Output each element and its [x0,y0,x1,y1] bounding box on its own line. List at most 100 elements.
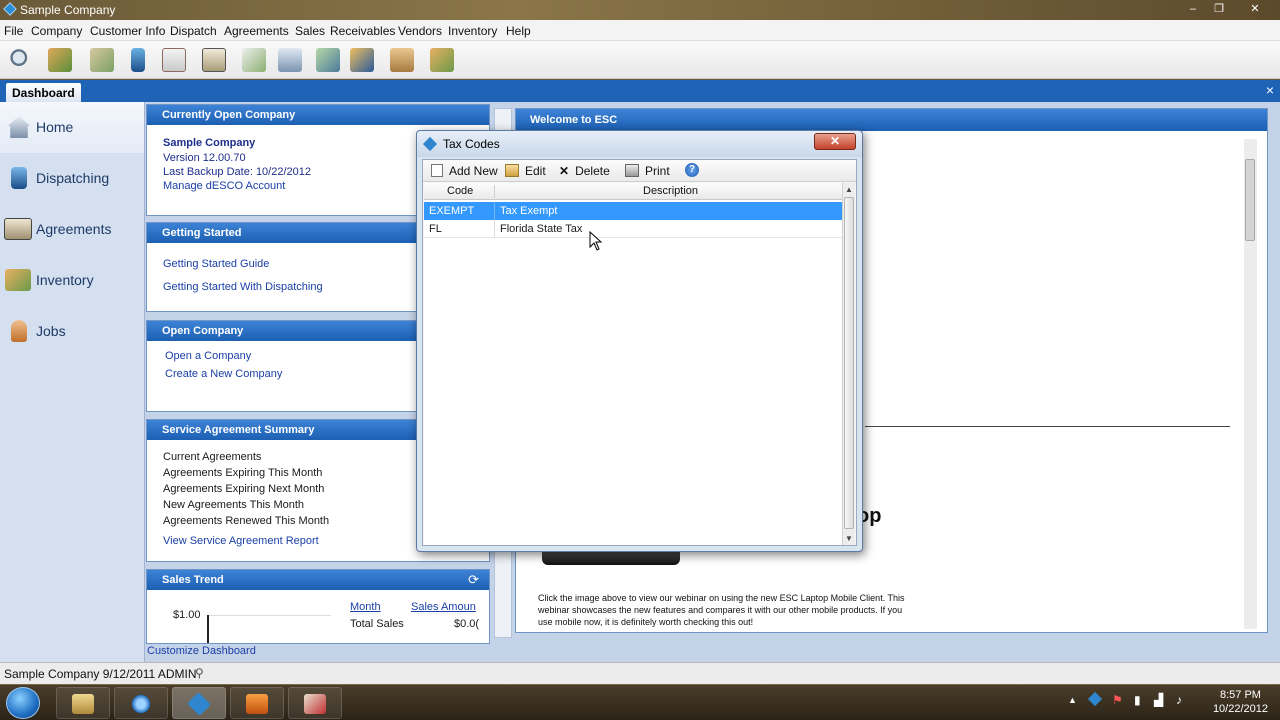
month-column-header[interactable]: Month [350,601,381,613]
calendar-icon[interactable] [158,44,190,76]
menu-file[interactable]: File [4,24,23,38]
menu-agreements[interactable]: Agreements [224,24,289,38]
menu-help[interactable]: Help [506,24,531,38]
battery-icon[interactable]: ▮ [1134,693,1141,707]
esc-tray-icon[interactable] [1087,691,1103,707]
panel-header: Welcome to ESC [516,109,1267,131]
manage-account-link[interactable]: Manage dESCO Account [163,180,285,192]
menu-sales[interactable]: Sales [295,24,325,38]
menu-inventory[interactable]: Inventory [448,24,497,38]
menu-dispatch[interactable]: Dispatch [170,24,217,38]
scroll-up-icon[interactable]: ▲ [845,185,853,194]
taskbar: ▲ ⚑ ▮ ▟ ♪ 8:57 PM 10/22/2012 [0,684,1280,720]
getting-started-guide-link[interactable]: Getting Started Guide [163,258,269,270]
menu-company[interactable]: Company [31,24,82,38]
explorer-icon[interactable] [56,687,110,719]
scroll-down-icon[interactable]: ▼ [845,534,853,543]
nav-item-dispatching[interactable]: Dispatching [0,153,144,204]
summary-row: Agreements Renewed This Month [163,515,330,527]
maximize-button[interactable]: ❐ [1208,1,1230,17]
dialog-close-button[interactable]: ✕ [814,133,856,150]
service-agreement-report-link[interactable]: View Service Agreement Report [163,535,319,547]
button-label: Delete [575,164,610,178]
menu-vendors[interactable]: Vendors [398,24,442,38]
code-cell: EXEMPT [429,205,475,217]
add-new-button[interactable]: Add New [431,164,498,178]
clock[interactable]: 8:57 PM 10/22/2012 [1213,688,1268,716]
grid-scrollbar[interactable]: ▲ ▼ [842,183,855,545]
help-icon[interactable]: ? [685,163,699,177]
menu-receivables[interactable]: Receivables [330,24,395,38]
customers-icon[interactable] [44,44,76,76]
tab-dashboard[interactable]: Dashboard [6,83,81,102]
shipping-icon[interactable] [386,44,418,76]
cell-divider [494,202,495,220]
description-column-header[interactable]: Description [643,185,698,197]
nav-item-jobs[interactable]: Jobs [0,306,144,357]
edit-button[interactable]: Edit [505,164,546,178]
sales-amount-column-header[interactable]: Sales Amoun [411,601,476,613]
nav-item-label: Agreements [36,221,112,237]
welcome-scrollbar[interactable] [1244,139,1257,629]
y-axis-tick: $1.00 [173,609,201,621]
status-text: Sample Company 9/12/2011 ADMIN [4,667,197,681]
agreements-icon[interactable] [198,44,230,76]
invoice-icon[interactable] [238,44,270,76]
inventory-icon[interactable] [426,44,458,76]
report-icon[interactable] [274,44,306,76]
company-version: Version 12.00.70 [163,152,246,164]
purchase-icon[interactable] [346,44,378,76]
close-tab-icon[interactable]: × [1266,82,1274,98]
cell-divider [494,220,495,238]
left-navigation: Home Dispatching Agreements Inventory Jo… [0,102,145,662]
code-column-header[interactable]: Code [447,185,473,197]
show-hidden-icons-icon[interactable]: ▲ [1068,695,1077,705]
panel-header: Sales Trend [147,570,489,590]
new-document-icon [431,164,443,177]
volume-icon[interactable]: ♪ [1176,693,1182,707]
column-divider[interactable] [494,185,495,198]
description-cell: Florida State Tax [500,223,583,235]
search-icon[interactable] [4,44,36,76]
summary-row: New Agreements This Month [163,499,305,511]
network-icon[interactable]: ▟ [1154,693,1163,707]
nav-item-agreements[interactable]: Agreements [0,204,144,255]
nav-item-label: Jobs [36,323,66,339]
table-row[interactable]: EXEMPT Tax Exempt [424,202,842,220]
start-button[interactable] [6,687,40,719]
customize-dashboard-link[interactable]: Customize Dashboard [147,645,256,657]
contacts-icon[interactable] [86,44,118,76]
button-label: Print [645,164,670,178]
dispatch-icon[interactable] [122,44,154,76]
media-player-icon[interactable] [230,687,284,719]
code-cell: FL [429,223,442,235]
minimize-button[interactable]: – [1182,1,1204,17]
getting-started-dispatching-link[interactable]: Getting Started With Dispatching [163,281,323,293]
esc-app-icon[interactable] [172,687,226,719]
chart-gridline [207,615,331,616]
table-row[interactable]: FL Florida State Tax [424,220,842,238]
scrollbar-thumb[interactable] [1245,159,1255,241]
total-sales-label: Total Sales [350,618,404,630]
delete-button[interactable]: ✕ Delete [559,164,610,178]
scrollbar-thumb[interactable] [844,197,854,529]
receivables-icon[interactable] [312,44,344,76]
internet-explorer-icon[interactable] [114,687,168,719]
close-window-button[interactable]: ✕ [1244,1,1266,17]
nav-item-inventory[interactable]: Inventory [0,255,144,306]
refresh-icon[interactable]: ⟳ [468,572,479,588]
menu-customer-info[interactable]: Customer Info [90,24,165,38]
tax-codes-dialog: Tax Codes ✕ Add New Edit ✕ Delete Print ?… [416,130,863,552]
print-button[interactable]: Print [625,164,670,178]
nav-item-home[interactable]: Home [0,102,144,153]
main-toolbar [0,41,1280,79]
mouse-cursor-icon [589,231,603,251]
paint-icon[interactable] [288,687,342,719]
create-company-link[interactable]: Create a New Company [165,368,282,380]
open-company-link[interactable]: Open a Company [165,350,251,362]
action-center-icon[interactable]: ⚑ [1112,693,1123,707]
dialog-title-bar: Tax Codes ✕ [417,131,862,157]
sales-trend-panel: Sales Trend ⟳ $1.00 Month Sales Amoun To… [146,569,490,644]
system-tray: ▲ ⚑ ▮ ▟ ♪ 8:57 PM 10/22/2012 [1060,685,1280,720]
app-icon [3,2,17,16]
